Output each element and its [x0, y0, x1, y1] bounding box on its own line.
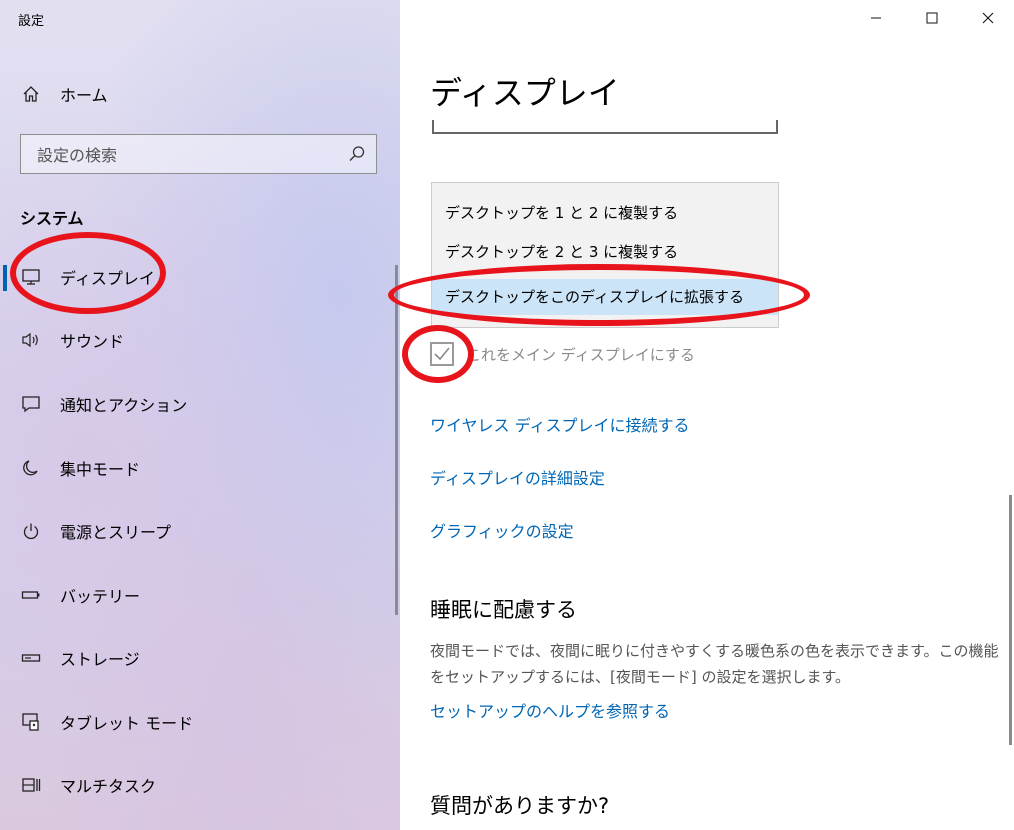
- speaker-icon: [20, 329, 42, 351]
- sidebar: 設定 ホーム システム ディスプレイ サウンド 通知とアクション: [0, 0, 400, 830]
- sidebar-item-notifications[interactable]: 通知とアクション: [0, 382, 390, 426]
- sidebar-item-label: ホーム: [60, 86, 108, 105]
- graphics-settings-link[interactable]: グラフィックの設定: [430, 518, 574, 542]
- sidebar-item-power[interactable]: 電源とスリープ: [0, 509, 390, 553]
- main-display-checkbox[interactable]: [430, 342, 454, 366]
- search-box[interactable]: [20, 134, 377, 175]
- setup-help-link[interactable]: セットアップのヘルプを参照する: [430, 698, 670, 722]
- sidebar-item-sound[interactable]: サウンド: [0, 318, 390, 362]
- dropdown-list[interactable]: デスクトップを 1 と 2 に複製する デスクトップを 2 と 3 に複製する …: [431, 182, 779, 328]
- sidebar-item-label: ディスプレイ: [60, 269, 155, 288]
- tablet-mode-icon: [20, 711, 42, 733]
- monitor-icon: [20, 266, 42, 288]
- moon-icon: [20, 457, 42, 479]
- sidebar-item-label: 通知とアクション: [60, 396, 188, 415]
- sidebar-scrollbar[interactable]: [395, 265, 398, 615]
- close-button[interactable]: [965, 0, 1011, 36]
- sidebar-item-label: ストレージ: [60, 650, 140, 669]
- dropdown-option-extend[interactable]: デスクトップをこのディスプレイに拡張する: [432, 279, 778, 315]
- app-title: 設定: [18, 14, 45, 29]
- questions-title: 質問がありますか?: [430, 794, 610, 818]
- search-input[interactable]: [35, 135, 339, 175]
- sidebar-item-home[interactable]: ホーム: [0, 72, 390, 116]
- maximize-icon: [926, 9, 938, 28]
- multitask-icon: [20, 774, 42, 796]
- dropdown-option-duplicate-1-2[interactable]: デスクトップを 1 と 2 に複製する: [432, 195, 778, 231]
- section-heading: システム: [20, 209, 84, 228]
- storage-icon: [20, 647, 42, 669]
- main-display-checkbox-label: これをメイン ディスプレイにする: [466, 346, 695, 364]
- sidebar-item-label: タブレット モード: [60, 714, 194, 733]
- sleep-section-title: 睡眠に配慮する: [430, 598, 577, 622]
- wireless-display-link[interactable]: ワイヤレス ディスプレイに接続する: [430, 412, 690, 436]
- dropdown-option-duplicate-2-3[interactable]: デスクトップを 2 と 3 に複製する: [432, 237, 778, 267]
- close-icon: [982, 9, 994, 28]
- sleep-section-description: 夜間モードでは、夜間に眠りに付きやすくする暖色系の色を表示できます。この機能をセ…: [430, 642, 999, 686]
- notification-icon: [20, 393, 42, 415]
- sidebar-item-label: バッテリー: [60, 587, 141, 606]
- power-icon: [20, 520, 42, 542]
- minimize-icon: [870, 9, 882, 28]
- sidebar-item-focus-assist[interactable]: 集中モード: [0, 446, 390, 490]
- sidebar-item-display[interactable]: ディスプレイ: [0, 255, 390, 299]
- page-title: ディスプレイ: [430, 74, 620, 112]
- dropdown-field[interactable]: [432, 120, 778, 134]
- advanced-display-settings-link[interactable]: ディスプレイの詳細設定: [430, 465, 605, 489]
- sidebar-item-battery[interactable]: バッテリー: [0, 573, 390, 617]
- sidebar-item-multitasking[interactable]: マルチタスク: [0, 763, 390, 807]
- sidebar-item-label: 電源とスリープ: [60, 523, 172, 542]
- minimize-button[interactable]: [853, 0, 899, 36]
- sidebar-item-label: マルチタスク: [60, 777, 157, 796]
- content-scrollbar[interactable]: [1009, 495, 1012, 745]
- sidebar-item-label: 集中モード: [60, 460, 141, 479]
- sidebar-item-label: サウンド: [60, 332, 125, 351]
- sidebar-item-storage[interactable]: ストレージ: [0, 636, 390, 680]
- search-icon[interactable]: [348, 145, 366, 163]
- maximize-button[interactable]: [909, 0, 955, 36]
- battery-icon: [20, 584, 42, 606]
- checkmark-icon: [434, 347, 450, 361]
- sidebar-item-tablet-mode[interactable]: タブレット モード: [0, 700, 390, 744]
- home-icon: [20, 83, 42, 105]
